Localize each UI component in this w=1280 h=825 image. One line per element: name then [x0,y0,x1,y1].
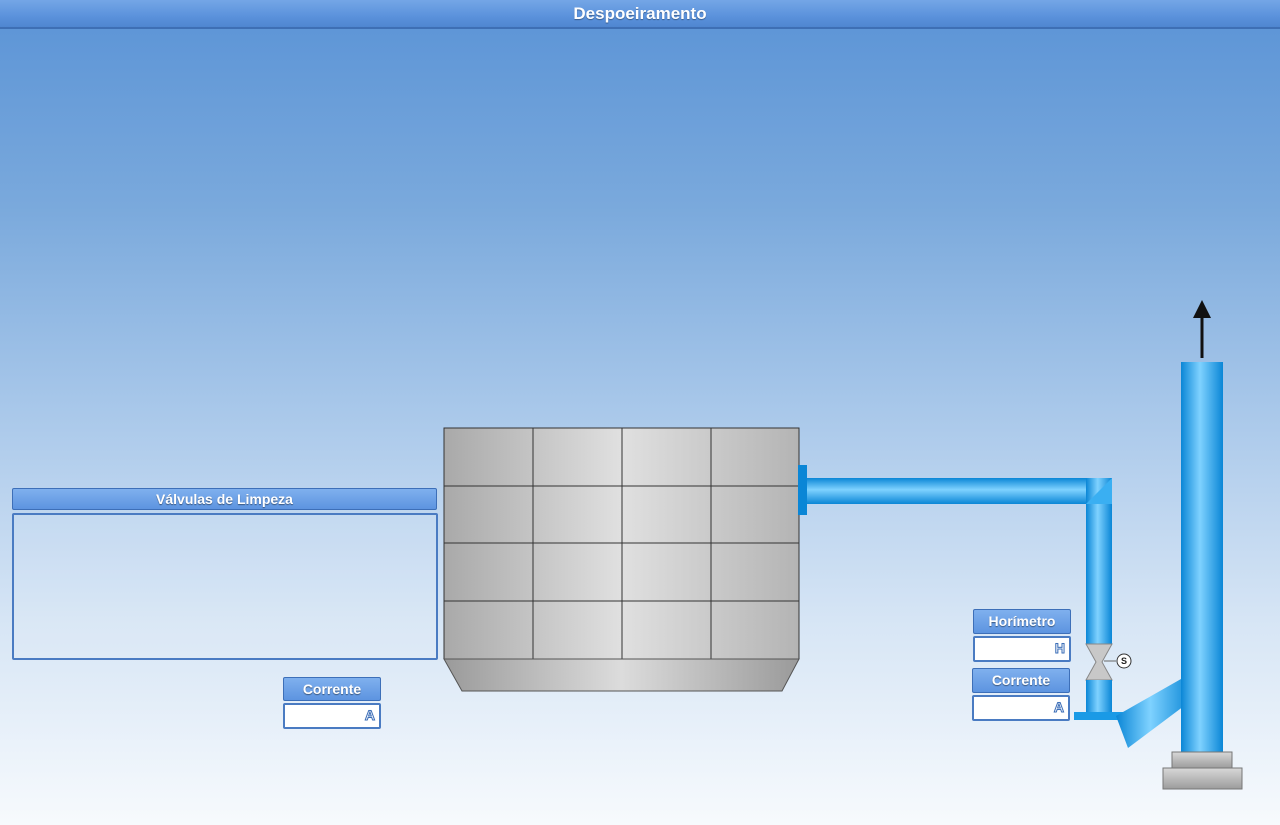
fan-hourmeter-value: H [973,636,1071,662]
filter-hopper [443,658,800,692]
filter-current-value: A [283,703,381,729]
fan-hourmeter-unit: H [1054,640,1065,657]
fan-current-unit: A [1053,699,1064,716]
filter-current-label: Corrente [283,677,381,701]
fan-current-value: A [972,695,1070,721]
fan-current-label: Corrente [972,668,1070,693]
fan-status-letter: S [1120,656,1127,666]
chimney [1162,362,1243,790]
filter-current-unit: A [364,707,375,724]
damper-valve[interactable] [1085,643,1113,681]
bag-filter [443,427,800,692]
cleaning-valves-panel [12,513,438,660]
cleaning-valves-header: Válvulas de Limpeza [12,488,437,510]
fan-hourmeter-label: Horímetro [973,609,1071,634]
process-diagram [443,300,1243,790]
exhaust-arrow-icon [1193,300,1211,358]
